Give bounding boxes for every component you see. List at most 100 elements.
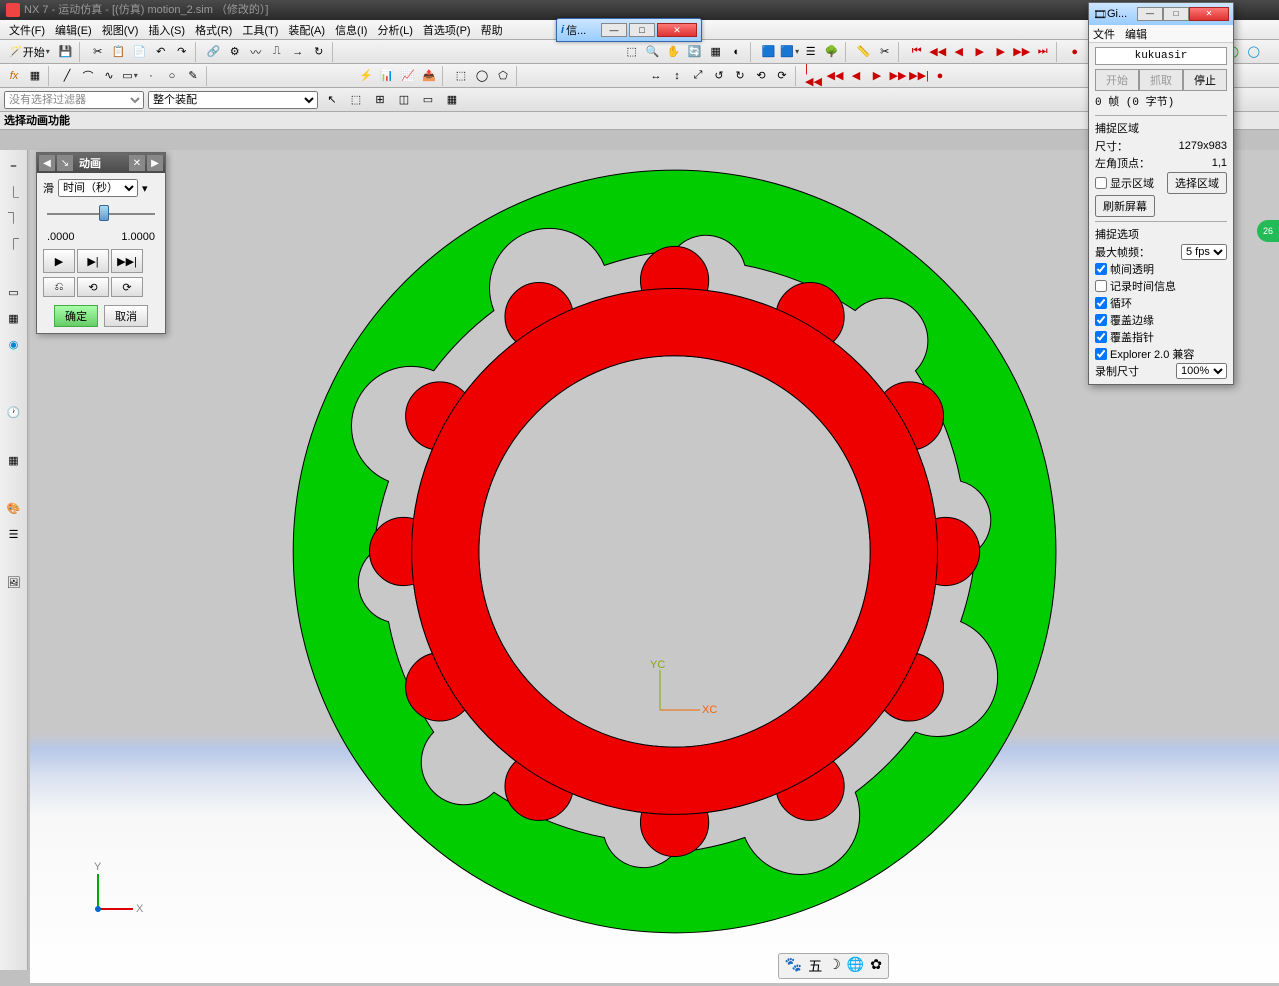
axis-z-icon[interactable]: ⤢ (688, 66, 708, 86)
axis-y-icon[interactable]: ↕ (667, 66, 687, 86)
tool-cut-icon[interactable]: ✂ (88, 42, 108, 62)
gif-cursor-check[interactable] (1095, 331, 1107, 343)
edit-icon[interactable]: ✎ (183, 66, 203, 86)
layers-icon[interactable]: ☰ (801, 42, 821, 62)
tool-spring-icon[interactable]: 〰 (246, 42, 266, 62)
anim-nav-prev-icon[interactable]: ◀ (39, 155, 55, 171)
filter-select[interactable]: 没有选择过滤器 (4, 91, 144, 109)
cube-dd-icon[interactable]: 🟦 (780, 42, 800, 62)
curve-icon[interactable]: ∿ (99, 66, 119, 86)
section-icon[interactable]: ✂ (875, 42, 895, 62)
play-step-fwd-icon[interactable]: ▶ (991, 42, 1011, 62)
select-rect-icon[interactable]: ⬚ (451, 66, 471, 86)
animation-titlebar[interactable]: ◀ ↘ 动画 ✕ ▶ (37, 153, 165, 173)
solve-icon[interactable]: ⚡ (356, 66, 376, 86)
play-back-icon[interactable]: ◀◀ (928, 42, 948, 62)
save-icon[interactable]: 💾 (56, 42, 76, 62)
vbtn-6-icon[interactable]: ▦ (2, 306, 26, 330)
ctrl-play-icon[interactable]: ▶ (867, 66, 887, 86)
select-poly-icon[interactable]: ⬠ (493, 66, 513, 86)
sel-icon4[interactable]: ◫ (394, 90, 414, 110)
rot-up-icon[interactable]: ⟲ (751, 66, 771, 86)
gif-name-input[interactable] (1095, 47, 1227, 65)
sel-icon5[interactable]: ▭ (418, 90, 438, 110)
anim-opt2-icon[interactable]: ⟲ (77, 277, 109, 297)
select-lasso-icon[interactable]: ◯ (472, 66, 492, 86)
ime-icon-5[interactable]: ✿ (870, 956, 882, 976)
record-icon[interactable]: ● (1065, 42, 1085, 62)
vbtn-1-icon[interactable]: ⎯ (2, 154, 26, 178)
gif-tab-capture[interactable]: 抓取 (1139, 69, 1183, 91)
ctrl-rec-icon[interactable]: ● (930, 66, 950, 86)
menu-edit[interactable]: 编辑(E) (50, 20, 97, 40)
menu-view[interactable]: 视图(V) (97, 20, 144, 40)
anim-opt1-icon[interactable]: ⎌ (43, 277, 75, 297)
vbtn-3-icon[interactable]: ⏋ (2, 206, 26, 230)
ctrl-last-icon[interactable]: ▶▶| (909, 66, 929, 86)
gif-explorer-check[interactable] (1095, 348, 1107, 360)
tool-joint-icon[interactable]: ⚙ (225, 42, 245, 62)
play-play-icon[interactable]: ▶ (970, 42, 990, 62)
view-zoom-icon[interactable]: 🔍 (643, 42, 663, 62)
arc-icon[interactable]: ⌒ (78, 66, 98, 86)
vbtn-5-icon[interactable]: ▭ (2, 280, 26, 304)
tool-redo-icon[interactable]: ↷ (172, 42, 192, 62)
sel-icon6[interactable]: ▦ (442, 90, 462, 110)
tool-torque-icon[interactable]: ↻ (309, 42, 329, 62)
export-icon[interactable]: 📤 (419, 66, 439, 86)
anim-opt3-icon[interactable]: ⟳ (111, 277, 143, 297)
circle-icon[interactable]: ○ (162, 66, 182, 86)
tool-link-icon[interactable]: 🔗 (204, 42, 224, 62)
tree-icon[interactable]: 🌳 (822, 42, 842, 62)
view-wireframe-icon[interactable]: ▦ (706, 42, 726, 62)
gif-menu-edit[interactable]: 编辑 (1125, 26, 1147, 42)
play-step-back-icon[interactable]: ◀ (949, 42, 969, 62)
vbtn-2-icon[interactable]: ⎿ (2, 180, 26, 204)
ctrl-fwd-icon[interactable]: ▶▶ (888, 66, 908, 86)
ime-icon-3[interactable]: ☽ (828, 956, 841, 976)
gif-selectarea-button[interactable]: 选择区域 (1167, 172, 1227, 194)
play-end-icon[interactable]: ⏭ (1033, 42, 1053, 62)
menu-file[interactable]: 文件(F) (4, 20, 50, 40)
view-fit-icon[interactable]: ⬚ (622, 42, 642, 62)
gif-min-icon[interactable]: — (1137, 7, 1163, 21)
grid-icon[interactable]: ▦ (25, 66, 45, 86)
ime-status-bar[interactable]: 🐾 五 ☽ 🌐 ✿ (778, 953, 889, 979)
play-fwd-icon[interactable]: ▶▶ (1012, 42, 1032, 62)
measure-icon[interactable]: 📏 (854, 42, 874, 62)
menu-insert[interactable]: 插入(S) (143, 20, 190, 40)
gif-tab-start[interactable]: 开始 (1095, 69, 1139, 91)
anim-slider[interactable] (47, 205, 155, 223)
anim-nav-tool-icon[interactable]: ↘ (57, 155, 73, 171)
sel-icon3[interactable]: ⊞ (370, 90, 390, 110)
sel-icon2[interactable]: ⬚ (346, 90, 366, 110)
anim-mode-select[interactable]: 时间（秒） (58, 179, 138, 197)
info-close-icon[interactable]: ✕ (657, 23, 697, 37)
cube-icon[interactable]: 🟦 (759, 42, 779, 62)
menu-format[interactable]: 格式(R) (190, 20, 237, 40)
fx-icon[interactable]: fx (4, 66, 24, 86)
ring-blue-icon[interactable]: ◯ (1244, 42, 1264, 62)
gif-transparent-check[interactable] (1095, 263, 1107, 275)
tool-paste-icon[interactable]: 📄 (130, 42, 150, 62)
scope-select[interactable]: 整个装配 (148, 91, 318, 109)
vbtn-4-icon[interactable]: ⎾ (2, 232, 26, 256)
menu-assembly[interactable]: 装配(A) (283, 20, 330, 40)
anim-cancel-button[interactable]: 取消 (104, 305, 148, 327)
ctrl-first-icon[interactable]: |◀◀ (804, 66, 824, 86)
tool-copy-icon[interactable]: 📋 (109, 42, 129, 62)
anim-ok-button[interactable]: 确定 (54, 305, 98, 327)
tool-damper-icon[interactable]: ⎍ (267, 42, 287, 62)
ime-icon-1[interactable]: 🐾 (785, 956, 802, 976)
gif-refresh-button[interactable]: 刷新屏幕 (1095, 195, 1155, 217)
vbtn-img-icon[interactable]: 🖼 (2, 570, 26, 594)
sel-icon1[interactable]: ↖ (322, 90, 342, 110)
ctrl-prev-icon[interactable]: ◀◀ (825, 66, 845, 86)
vbtn-clock-icon[interactable]: 🕐 (2, 400, 26, 424)
anim-mode-dd-icon[interactable]: ▾ (142, 182, 148, 195)
view-shaded-icon[interactable]: ◐ (727, 42, 747, 62)
menu-help[interactable]: 帮助 (476, 20, 508, 40)
vbtn-palette-icon[interactable]: 🎨 (2, 496, 26, 520)
gif-edge-check[interactable] (1095, 314, 1107, 326)
anim-end-icon[interactable]: ▶▶| (111, 249, 143, 273)
